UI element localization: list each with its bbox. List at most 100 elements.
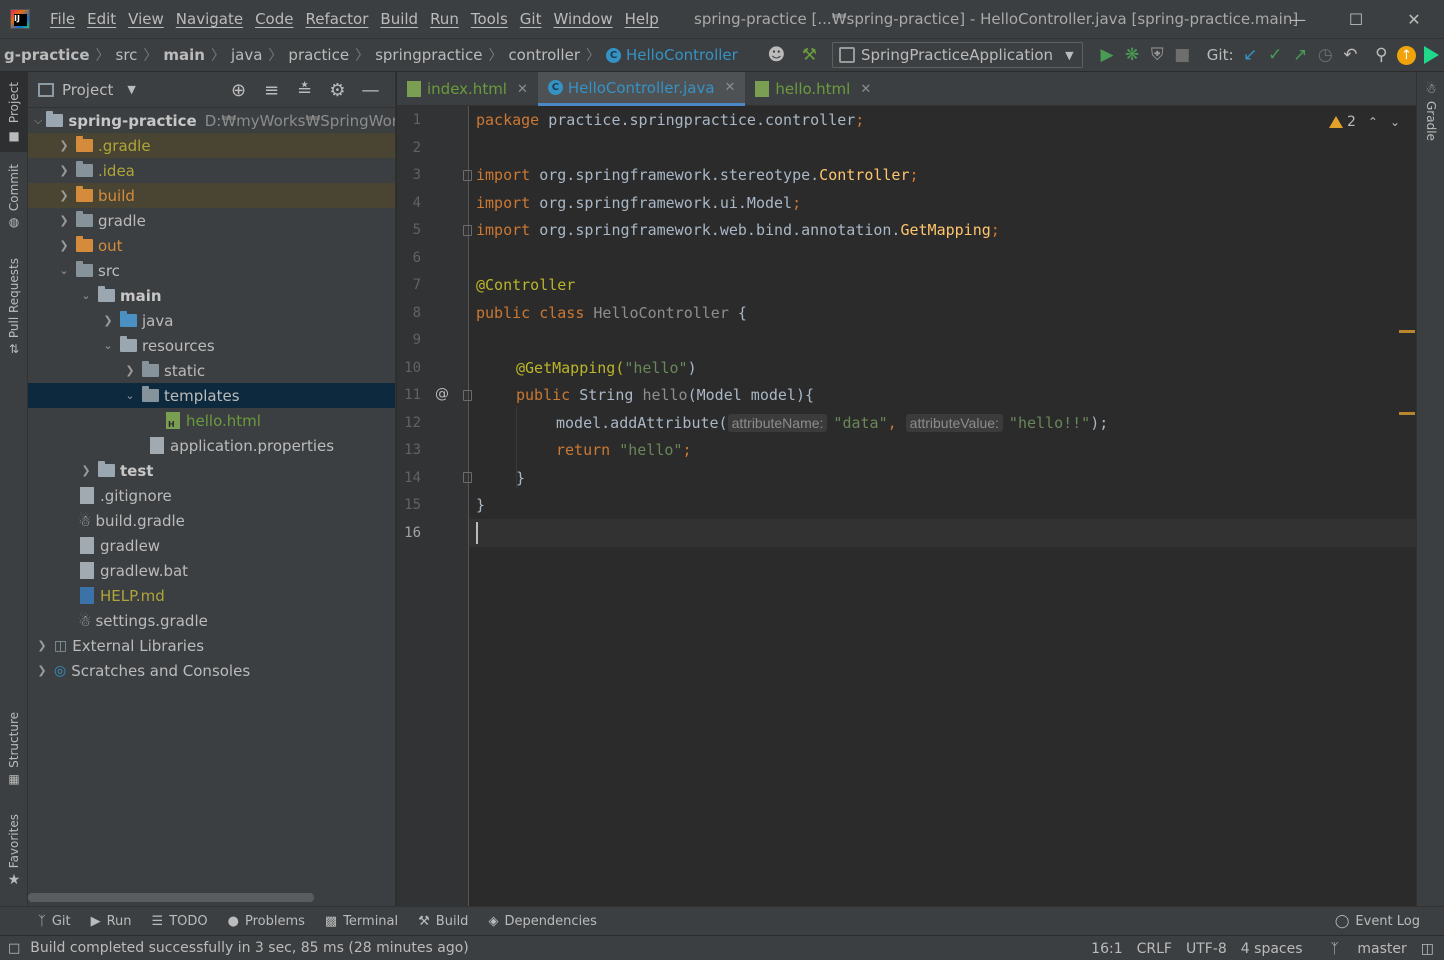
- gradle-tool-button[interactable]: ☃ Gradle: [1417, 82, 1444, 162]
- mapping-marker-icon[interactable]: @: [435, 386, 449, 402]
- chevron-right-icon[interactable]: ❯: [34, 664, 50, 677]
- tree-item-help-md[interactable]: HELP.md: [28, 583, 395, 608]
- chevron-right-icon[interactable]: ❯: [122, 364, 138, 377]
- status-message[interactable]: Build completed successfully in 3 sec, 8…: [30, 940, 468, 956]
- hide-panel-icon[interactable]: —: [354, 80, 387, 101]
- menu-tools[interactable]: Tools: [465, 0, 514, 38]
- menu-file[interactable]: File: [44, 0, 81, 38]
- code-editor[interactable]: 1 2 3 4 5 6 7 8 9 10 11 12 13 14 15 16 @…: [397, 106, 1416, 906]
- git-branch-widget[interactable]: ᛉ master: [1317, 941, 1407, 957]
- chevron-down-icon[interactable]: ⌵: [34, 114, 42, 128]
- file-encoding[interactable]: UTF-8: [1186, 941, 1227, 957]
- todo-tool-button[interactable]: ☰ TODO: [142, 914, 218, 929]
- build-hammer-icon[interactable]: ⚒: [797, 41, 822, 69]
- chevron-right-icon[interactable]: ❯: [100, 314, 116, 327]
- inspection-widget[interactable]: 2 ⌃ ⌄: [1328, 114, 1400, 130]
- user-account-icon[interactable]: ☻: [764, 41, 789, 69]
- tree-item-spring-practice[interactable]: ⌵ spring-practice D:₩myWorks₩SpringWorks…: [28, 108, 395, 133]
- git-history-icon[interactable]: ◷: [1313, 41, 1338, 69]
- rollback-icon[interactable]: ↶: [1338, 41, 1363, 69]
- favorites-tool-button[interactable]: Favorites ★: [0, 814, 28, 894]
- terminal-tool-button[interactable]: ▩ Terminal: [315, 914, 408, 929]
- warning-stripe-mark[interactable]: [1399, 330, 1415, 333]
- build-tool-button[interactable]: ⚒ Build: [408, 914, 478, 929]
- tree-item-gitignore[interactable]: .gitignore: [28, 483, 395, 508]
- run-configuration-select[interactable]: SpringPracticeApplication ▼: [831, 42, 1083, 68]
- chevron-right-icon[interactable]: ❯: [56, 214, 72, 227]
- lock-icon[interactable]: ◫: [1421, 941, 1434, 957]
- breadcrumb-springpractice[interactable]: springpractice: [371, 46, 486, 64]
- breadcrumb-java[interactable]: java: [227, 46, 266, 64]
- chevron-right-icon[interactable]: ❯: [78, 464, 94, 477]
- project-tool-button[interactable]: Project ■: [0, 72, 28, 152]
- menu-code[interactable]: Code: [249, 0, 299, 38]
- gear-icon[interactable]: ⚙: [321, 80, 354, 101]
- menu-build[interactable]: Build: [374, 0, 424, 38]
- expand-all-icon[interactable]: ≡: [255, 80, 288, 101]
- tree-item-external-libraries[interactable]: ❯ ◫ External Libraries: [28, 633, 395, 658]
- close-icon[interactable]: ✕: [725, 80, 736, 95]
- commit-tool-button[interactable]: Commit ◍: [0, 164, 28, 234]
- tree-item-application-properties[interactable]: application.properties: [28, 433, 395, 458]
- tree-item-test[interactable]: ❯ test: [28, 458, 395, 483]
- problems-tool-button[interactable]: ● Problems: [218, 914, 315, 929]
- close-icon[interactable]: ✕: [517, 82, 528, 97]
- chevron-right-icon[interactable]: ❯: [56, 189, 72, 202]
- indent-setting[interactable]: 4 spaces: [1241, 941, 1303, 957]
- menu-window[interactable]: Window: [547, 0, 618, 38]
- git-push-icon[interactable]: ↗: [1288, 41, 1313, 69]
- breadcrumb-controller[interactable]: controller: [504, 46, 584, 64]
- minimize-button[interactable]: —: [1269, 0, 1327, 38]
- chevron-right-icon[interactable]: ❯: [56, 239, 72, 252]
- git-update-icon[interactable]: ↙: [1238, 41, 1263, 69]
- breadcrumb-project[interactable]: g-practice: [0, 46, 94, 64]
- tree-item-hello-html[interactable]: hello.html: [28, 408, 395, 433]
- tree-item-src[interactable]: ⌄ src: [28, 258, 395, 283]
- debug-icon[interactable]: ❋: [1120, 41, 1145, 69]
- tree-item-idea[interactable]: ❯ .idea: [28, 158, 395, 183]
- caret-position[interactable]: 16:1: [1091, 941, 1122, 957]
- close-icon[interactable]: ✕: [860, 82, 871, 97]
- menu-run[interactable]: Run: [424, 0, 465, 38]
- tree-item-build-gradle[interactable]: ☃ build.gradle: [28, 508, 395, 533]
- locate-file-icon[interactable]: ⊕: [222, 80, 255, 101]
- chevron-down-icon[interactable]: ⌄: [78, 289, 94, 302]
- git-tool-button[interactable]: ᛉ Git: [28, 914, 81, 929]
- menu-view[interactable]: View: [122, 0, 170, 38]
- chevron-right-icon[interactable]: ❯: [56, 164, 72, 177]
- horizontal-scrollbar[interactable]: [28, 893, 314, 902]
- pull-requests-tool-button[interactable]: Pull Requests ⇅: [0, 258, 28, 368]
- tab-hello-html[interactable]: hello.html ✕: [745, 72, 881, 106]
- tree-item-gradlew-bat[interactable]: gradlew.bat: [28, 558, 395, 583]
- tree-item-gradle-cache[interactable]: ❯ .gradle: [28, 133, 395, 158]
- code-area[interactable]: package practice.springpractice.controll…: [469, 106, 1416, 906]
- warning-stripe-mark[interactable]: [1399, 412, 1415, 415]
- previous-highlight-icon[interactable]: ⌃: [1368, 115, 1378, 129]
- structure-tool-button[interactable]: Structure ▦: [0, 712, 28, 794]
- menu-git[interactable]: Git: [514, 0, 548, 38]
- chevron-down-icon[interactable]: ▼: [127, 83, 135, 96]
- project-panel-title[interactable]: Project: [62, 81, 113, 99]
- tree-item-settings-gradle[interactable]: ☃ settings.gradle: [28, 608, 395, 633]
- menu-edit[interactable]: Edit: [81, 0, 122, 38]
- next-highlight-icon[interactable]: ⌄: [1390, 115, 1400, 129]
- tree-item-gradle[interactable]: ❯ gradle: [28, 208, 395, 233]
- tree-item-out[interactable]: ❯ out: [28, 233, 395, 258]
- ide-update-icon[interactable]: ↑: [1394, 41, 1419, 69]
- chevron-down-icon[interactable]: ⌄: [122, 389, 138, 402]
- menu-help[interactable]: Help: [619, 0, 665, 38]
- tree-item-main[interactable]: ⌄ main: [28, 283, 395, 308]
- menu-refactor[interactable]: Refactor: [299, 0, 374, 38]
- tree-item-static[interactable]: ❯ static: [28, 358, 395, 383]
- tree-item-templates[interactable]: ⌄ templates: [28, 383, 395, 408]
- close-window-button[interactable]: ✕: [1385, 0, 1443, 38]
- breadcrumb-practice[interactable]: practice: [284, 46, 353, 64]
- run-icon[interactable]: ▶: [1095, 41, 1120, 69]
- tree-item-scratches[interactable]: ❯ ◎ Scratches and Consoles: [28, 658, 395, 683]
- menu-navigate[interactable]: Navigate: [170, 0, 249, 38]
- git-commit-icon[interactable]: ✓: [1263, 41, 1288, 69]
- event-log-button[interactable]: ◯ Event Log: [1325, 914, 1430, 929]
- tree-item-build[interactable]: ❯ build: [28, 183, 395, 208]
- breadcrumb-src[interactable]: src: [112, 46, 142, 64]
- chevron-down-icon[interactable]: ⌄: [100, 339, 116, 352]
